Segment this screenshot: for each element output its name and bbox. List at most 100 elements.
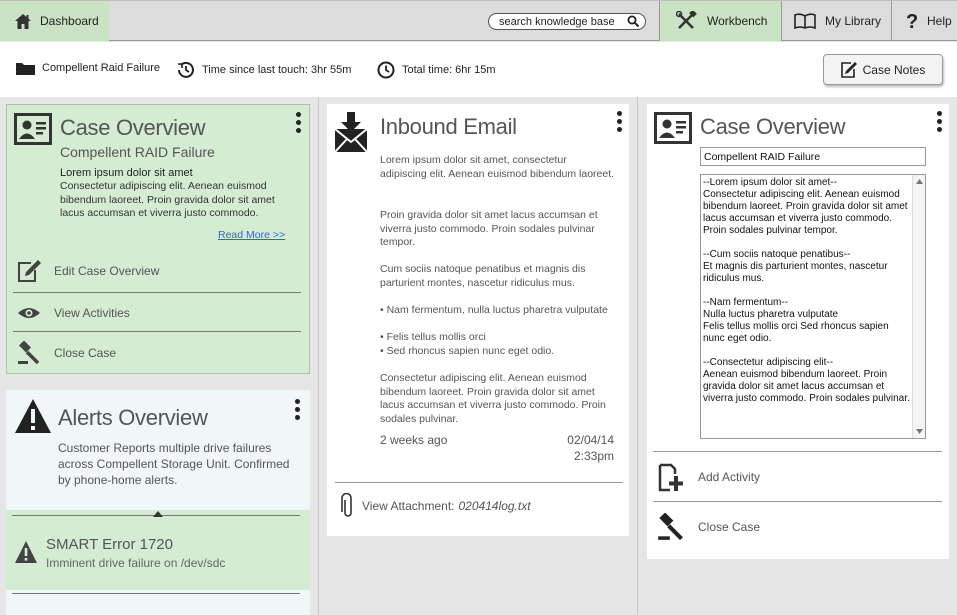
view-activities-action[interactable]: View Activities: [7, 298, 311, 328]
folder-icon: [16, 63, 35, 75]
warning-icon: [15, 541, 37, 563]
nav-my-library[interactable]: My Library: [781, 1, 891, 41]
alerts-menu-icon[interactable]: [295, 399, 301, 423]
scroll-up-icon[interactable]: [916, 179, 923, 184]
alerts-title: Alerts Overview: [58, 405, 208, 430]
edit-case-overview-label: Edit Case Overview: [54, 264, 160, 278]
email-closing: Consectetur adipiscing elit. Aenean euis…: [380, 372, 606, 425]
email-bullet-text: Nam fermentum, nulla luctus pharetra vul…: [386, 304, 608, 316]
alert-item[interactable]: SMART Error 1720 Imminent drive failure …: [6, 510, 310, 590]
book-icon: [794, 13, 816, 29]
case-info-row: Compellent Raid Failure Time since last …: [0, 42, 957, 97]
contact-card-icon: [654, 112, 692, 144]
add-activity-label: Add Activity: [698, 470, 761, 484]
email-bullet-text: Sed rhoncus sapien nunc eget odio.: [386, 345, 555, 357]
close-case-action[interactable]: Close Case: [7, 338, 311, 368]
gavel-icon: [18, 341, 40, 365]
gavel-icon: [658, 513, 683, 541]
divider: [12, 593, 300, 594]
close-case-label: Close Case: [54, 346, 117, 360]
attachment-filename: 020414log.txt: [458, 499, 531, 513]
left-column: Case Overview Compellent RAID Failure Lo…: [0, 97, 318, 615]
notes-scrollbar[interactable]: [912, 175, 925, 438]
clock-icon: [377, 61, 395, 79]
alert-item-desc: Imminent drive failure on /dev/sdc: [46, 556, 226, 570]
case-overview-menu-icon[interactable]: [937, 111, 943, 135]
case-overview-edit-card: Case Overview Compellent RAID Failure --…: [647, 104, 949, 559]
top-bar: Dashboard search knowledge base Workbenc…: [0, 0, 957, 41]
alerts-body: Customer Reports multiple drive failures…: [58, 441, 290, 487]
email-time: 2:33pm: [573, 449, 614, 463]
add-document-icon: [658, 463, 683, 492]
alerts-overview-card: Alerts Overview Customer Reports multipl…: [6, 390, 310, 615]
edit-icon: [840, 62, 857, 78]
close-case-label: Close Case: [698, 520, 761, 534]
inbox-download-icon: [334, 112, 368, 152]
divider: [335, 482, 623, 483]
overview-title: Case Overview: [60, 115, 206, 140]
time-since-touch-info: Time since last touch: 3hr 55m: [177, 61, 351, 79]
nav-workbench[interactable]: Workbench: [659, 1, 781, 41]
collapse-arrow-icon[interactable]: [153, 511, 163, 517]
add-activity-action[interactable]: Add Activity: [647, 459, 949, 495]
nav-help[interactable]: ? Help: [891, 1, 957, 41]
divider: [13, 292, 301, 293]
case-name-info: Compellent Raid Failure: [16, 61, 160, 75]
email-paragraph: Cum sociis natoque penatibus et magnis d…: [380, 263, 586, 289]
case-notes-text: --Lorem ipsum dolor sit amet-- Consectet…: [703, 177, 910, 404]
email-bullet-text: Felis tellus mollis orci: [386, 331, 486, 343]
case-notes-label: Case Notes: [862, 62, 926, 77]
email-bullet: • Felis tellus mollis orci: [380, 331, 486, 343]
view-activities-label: View Activities: [54, 306, 130, 320]
time-since-touch: Time since last touch: 3hr 55m: [202, 64, 352, 76]
view-attachment-link[interactable]: View Attachment: 020414log.txt: [341, 493, 531, 519]
total-time-info: Total time: 6hr 15m: [377, 61, 496, 79]
case-overview-title: Case Overview: [700, 114, 846, 139]
email-title: Inbound Email: [380, 114, 517, 139]
total-time: Total time: 6hr 15m: [402, 64, 496, 76]
search-icon[interactable]: [627, 15, 640, 28]
eye-icon: [18, 308, 40, 318]
email-bullet: • Sed rhoncus sapien nunc eget odio.: [380, 345, 555, 357]
inbound-email-card: Inbound Email Lorem ipsum dolor sit amet…: [327, 104, 629, 536]
library-label: My Library: [825, 14, 882, 28]
email-paragraph: Proin gravida dolor sit amet lacus accum…: [380, 209, 598, 248]
overview-subtitle: Compellent RAID Failure: [60, 144, 215, 160]
edit-icon: [18, 260, 41, 282]
close-case-action[interactable]: Close Case: [647, 509, 949, 545]
tools-icon: [676, 11, 697, 29]
case-overview-card: Case Overview Compellent RAID Failure Lo…: [6, 104, 310, 374]
email-date: 02/04/14: [567, 433, 614, 447]
attachment-label: View Attachment:: [362, 499, 455, 513]
edit-case-overview-action[interactable]: Edit Case Overview: [7, 256, 311, 286]
case-notes-textarea[interactable]: --Lorem ipsum dolor sit amet-- Consectet…: [700, 174, 926, 439]
history-clock-icon: [178, 61, 194, 78]
contact-card-icon: [14, 113, 52, 145]
email-menu-icon[interactable]: [617, 111, 623, 135]
scroll-down-icon[interactable]: [916, 429, 923, 434]
read-more-link[interactable]: Read More >>: [218, 229, 285, 241]
dashboard-label: Dashboard: [40, 14, 99, 28]
svg-text:?: ?: [906, 11, 918, 31]
alert-item-title: SMART Error 1720: [46, 536, 173, 553]
case-notes-button[interactable]: Case Notes: [823, 54, 943, 85]
right-column: Case Overview Compellent RAID Failure --…: [638, 97, 957, 615]
question-icon: ?: [906, 11, 918, 31]
workbench-label: Workbench: [707, 14, 768, 28]
overview-body: Consectetur adipiscing elit. Aenean euis…: [60, 180, 275, 219]
search-input[interactable]: search knowledge base: [488, 13, 646, 30]
middle-column: Inbound Email Lorem ipsum dolor sit amet…: [318, 97, 638, 615]
search-placeholder: search knowledge base: [499, 15, 615, 28]
email-bullet: • Nam fermentum, nulla luctus pharetra v…: [380, 304, 608, 316]
divider: [13, 331, 301, 332]
warning-icon: [15, 399, 51, 433]
divider: [653, 501, 942, 502]
email-age: 2 weeks ago: [380, 433, 448, 447]
paperclip-icon: [341, 493, 352, 517]
divider: [653, 451, 942, 452]
nav-dashboard[interactable]: Dashboard: [0, 1, 109, 41]
case-title-input[interactable]: Compellent RAID Failure: [700, 147, 926, 166]
email-paragraph: Lorem ipsum dolor sit amet, consectetur …: [380, 154, 615, 180]
overview-menu-icon[interactable]: [296, 112, 302, 136]
overview-lead: Lorem ipsum dolor sit amet: [60, 167, 193, 179]
